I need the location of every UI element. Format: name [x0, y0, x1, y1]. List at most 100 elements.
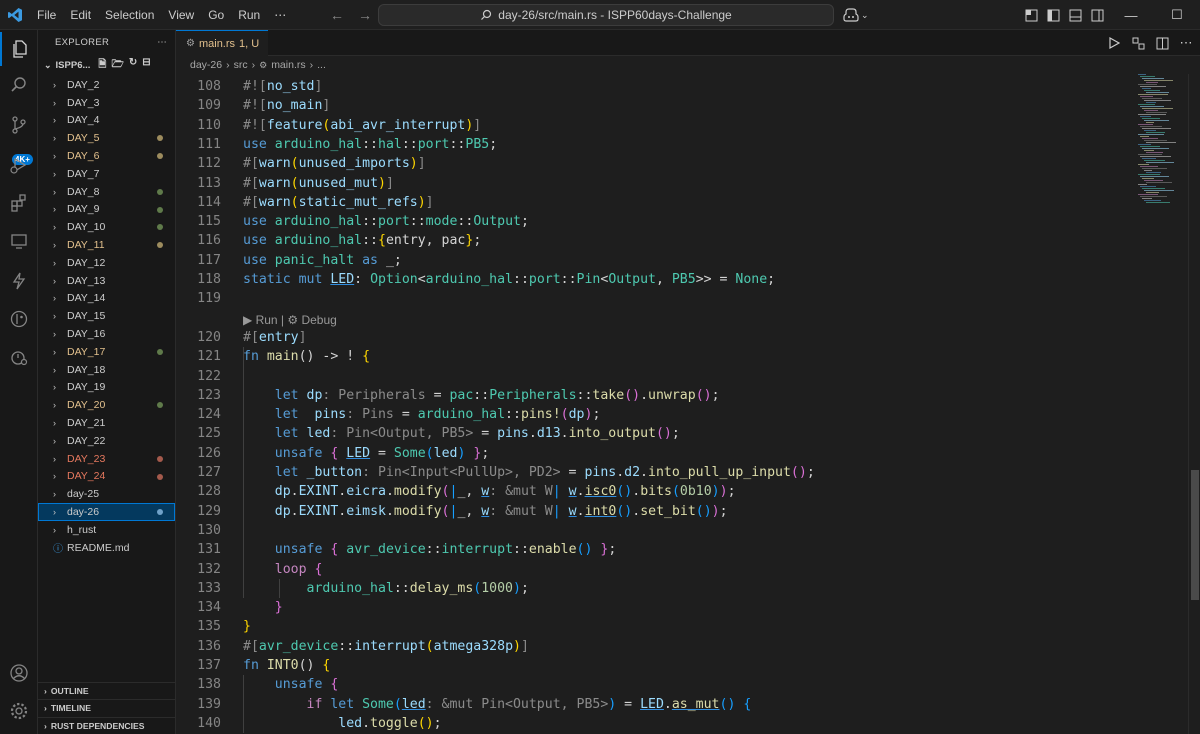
- folder-item[interactable]: › DAY_24: [38, 468, 175, 486]
- folder-item[interactable]: › DAY_15: [38, 307, 175, 325]
- compare-changes-icon[interactable]: [1130, 35, 1146, 51]
- scrollbar-thumb[interactable]: [1191, 470, 1199, 600]
- folder-item[interactable]: › DAY_19: [38, 379, 175, 397]
- folder-label: DAY_8: [67, 185, 100, 198]
- folder-item[interactable]: › DAY_18: [38, 361, 175, 379]
- folder-item[interactable]: › DAY_10: [38, 218, 175, 236]
- folder-item[interactable]: › DAY_5: [38, 129, 175, 147]
- vscode-logo-icon: [0, 0, 30, 30]
- folder-item[interactable]: › h_rust: [38, 521, 175, 539]
- chevron-right-icon: ›: [53, 435, 56, 446]
- minimap-line: [1140, 116, 1151, 117]
- code-token: port: [528, 272, 561, 287]
- collapse-all-icon[interactable]: ⊟: [142, 57, 150, 74]
- run-icon[interactable]: [1106, 35, 1122, 51]
- forward-arrow-icon[interactable]: →: [358, 7, 372, 23]
- menu-more[interactable]: ⋯: [267, 0, 293, 30]
- folder-label: DAY_13: [67, 274, 106, 287]
- refresh-icon[interactable]: ↻: [129, 57, 137, 74]
- folder-item[interactable]: › day-26: [38, 503, 175, 521]
- menu-go[interactable]: Go: [201, 0, 231, 30]
- file-readme[interactable]: ⓘ README.md: [38, 539, 175, 557]
- folder-item[interactable]: › DAY_20: [38, 396, 175, 414]
- chevron-right-icon: ›: [44, 720, 47, 731]
- more-actions-icon[interactable]: ⋯: [1178, 35, 1194, 51]
- new-folder-icon[interactable]: 🗁: [111, 57, 123, 74]
- folder-item[interactable]: › DAY_12: [38, 254, 175, 272]
- folder-label: DAY_21: [67, 417, 106, 430]
- folder-item[interactable]: › DAY_22: [38, 432, 175, 450]
- run-debug-icon[interactable]: [0, 148, 38, 182]
- folder-item[interactable]: › DAY_7: [38, 165, 175, 183]
- folder-item[interactable]: › DAY_11: [38, 236, 175, 254]
- breadcrumb-item[interactable]: main.rs: [271, 59, 305, 71]
- git-graph-icon[interactable]: [0, 302, 38, 336]
- toggle-secondary-sidebar-icon[interactable]: [1086, 0, 1108, 30]
- command-center-search[interactable]: day-26/src/main.rs - ISPP60days-Challeng…: [378, 4, 834, 26]
- vertical-scrollbar[interactable]: [1188, 74, 1200, 734]
- code-token: dp: [568, 407, 585, 423]
- minimap[interactable]: [1136, 74, 1190, 734]
- folder-label: DAY_14: [67, 292, 106, 305]
- new-file-icon[interactable]: 🗎: [98, 57, 106, 74]
- code-token: arduino_hal: [274, 233, 363, 249]
- toggle-panel-icon[interactable]: [1064, 0, 1086, 30]
- folder-item[interactable]: › DAY_3: [38, 94, 175, 112]
- code-token: unused_mut: [298, 175, 379, 191]
- folder-item[interactable]: › DAY_9: [38, 201, 175, 219]
- code-editor[interactable]: 108 #![no_std] 109 #![no_main] 110 #![feature…: [176, 77, 1136, 734]
- remote-explorer-icon[interactable]: [0, 224, 38, 258]
- folder-item[interactable]: › DAY_14: [38, 290, 175, 308]
- breadcrumb-item[interactable]: ...: [317, 59, 326, 71]
- copilot-menu[interactable]: ⌄: [843, 0, 869, 30]
- folder-item[interactable]: › DAY_8: [38, 183, 175, 201]
- more-actions-icon[interactable]: ⋯: [157, 37, 167, 48]
- minimize-button[interactable]: —: [1108, 0, 1154, 30]
- settings-gear-icon[interactable]: [0, 694, 38, 728]
- search-icon[interactable]: [0, 68, 38, 102]
- layout-customize-icon[interactable]: [1020, 0, 1042, 30]
- rust-dependencies-panel[interactable]: › RUST DEPENDENCIES: [38, 716, 175, 734]
- outline-panel[interactable]: › OUTLINE: [38, 681, 175, 700]
- code-token: port: [378, 214, 410, 230]
- code-token: pins: [497, 426, 529, 442]
- folder-item[interactable]: › DAY_17: [38, 343, 175, 361]
- minimap-line: [1138, 144, 1151, 145]
- timer-icon[interactable]: [0, 340, 38, 374]
- code-token: modify: [393, 503, 442, 519]
- extensions-icon[interactable]: [0, 186, 38, 220]
- lightning-icon[interactable]: [0, 264, 38, 298]
- workspace-root[interactable]: ⌄ ISPP6... 🗎 🗁 ↻ ⊟: [38, 54, 175, 76]
- folder-item[interactable]: › day-25: [38, 485, 175, 503]
- folder-item[interactable]: › DAY_13: [38, 272, 175, 290]
- folder-item[interactable]: › DAY_6: [38, 147, 175, 165]
- breadcrumb-item[interactable]: src: [234, 59, 248, 71]
- maximize-button[interactable]: ☐: [1154, 0, 1200, 30]
- code-token: into_output: [568, 426, 656, 442]
- toggle-sidebar-icon[interactable]: [1042, 0, 1064, 30]
- title-bar: File Edit Selection View Go Run ⋯ ← → da…: [0, 0, 1200, 30]
- code-token: ): [513, 580, 521, 596]
- folder-item[interactable]: › DAY_23: [38, 450, 175, 468]
- menu-view[interactable]: View: [161, 0, 201, 30]
- breadcrumb-item[interactable]: day-26: [190, 59, 222, 71]
- timeline-panel[interactable]: › TIMELINE: [38, 699, 175, 717]
- folder-item[interactable]: › DAY_21: [38, 414, 175, 432]
- split-editor-icon[interactable]: [1154, 35, 1170, 51]
- minimap-line: [1140, 136, 1149, 137]
- back-arrow-icon[interactable]: ←: [330, 7, 344, 23]
- chevron-right-icon: ›: [53, 115, 56, 126]
- menu-run[interactable]: Run: [231, 0, 267, 30]
- folder-item[interactable]: › DAY_2: [38, 76, 175, 94]
- explorer-icon[interactable]: [0, 32, 38, 66]
- source-control-icon[interactable]: [0, 108, 38, 142]
- menu-selection[interactable]: Selection: [98, 0, 161, 30]
- tab-main-rs[interactable]: ⚙ main.rs 1, U: [176, 30, 268, 56]
- folder-item[interactable]: › DAY_4: [38, 112, 175, 130]
- menu-edit[interactable]: Edit: [63, 0, 98, 30]
- account-icon[interactable]: [0, 656, 38, 690]
- file-tree: › DAY_2 › DAY_3 › DAY_4 › DAY_5 › DAY_6 › DAY_7 › DAY…: [38, 76, 175, 539]
- menu-file[interactable]: File: [30, 0, 63, 30]
- code-token: .: [560, 426, 569, 442]
- folder-item[interactable]: › DAY_16: [38, 325, 175, 343]
